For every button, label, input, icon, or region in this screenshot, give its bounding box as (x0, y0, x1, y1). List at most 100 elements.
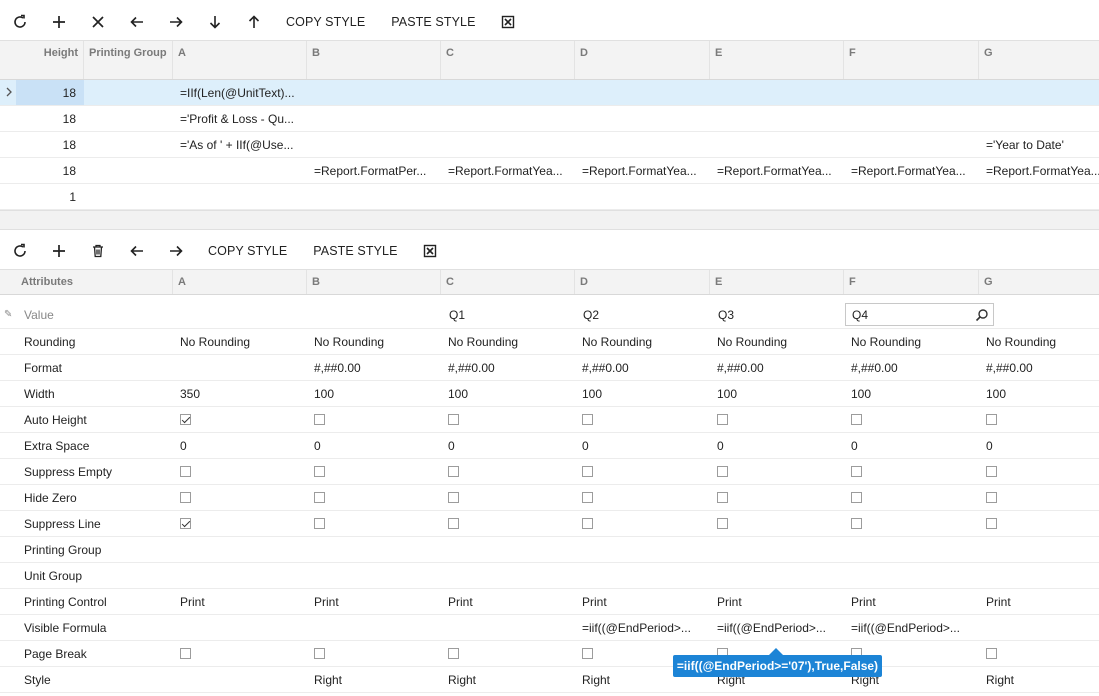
attribute-cell-b[interactable]: #,##0.00 (307, 355, 441, 380)
cell-f[interactable] (844, 132, 979, 157)
attribute-cell-f[interactable]: =iif((@EndPeriod>... (844, 615, 979, 640)
attribute-cell-e[interactable]: 100 (710, 381, 844, 406)
cell-e[interactable] (710, 132, 844, 157)
cell-a[interactable]: ='Profit & Loss - Qu... (173, 106, 307, 131)
attribute-cell-f[interactable]: No Rounding (844, 329, 979, 354)
attribute-cell-b[interactable] (307, 615, 441, 640)
attribute-cell-g[interactable]: 100 (979, 381, 1099, 406)
attribute-cell-c[interactable] (441, 615, 575, 640)
checkbox[interactable] (180, 492, 191, 503)
attribute-cell-f[interactable] (844, 407, 979, 432)
checkbox[interactable] (180, 518, 191, 529)
attribute-cell-a[interactable] (173, 485, 307, 510)
col-header-attributes[interactable]: Attributes (16, 270, 173, 294)
cell-b[interactable] (307, 106, 441, 131)
attribute-cell-b[interactable]: No Rounding (307, 329, 441, 354)
cell-c[interactable] (441, 80, 575, 105)
attribute-cell-f[interactable]: 100 (844, 381, 979, 406)
cell-e[interactable] (710, 106, 844, 131)
value-cell-c[interactable]: Q1 (441, 302, 575, 328)
attribute-cell-c[interactable]: Right (441, 667, 575, 692)
cell-d[interactable] (575, 80, 710, 105)
attribute-cell-g[interactable]: No Rounding (979, 329, 1099, 354)
cell-g[interactable] (979, 80, 1099, 105)
cell-d[interactable] (575, 106, 710, 131)
checkbox[interactable] (582, 648, 593, 659)
attribute-cell-g[interactable]: 0 (979, 433, 1099, 458)
arrow-right-icon[interactable] (156, 6, 195, 38)
attribute-cell-d[interactable]: #,##0.00 (575, 355, 710, 380)
attribute-cell-a[interactable]: 0 (173, 433, 307, 458)
checkbox[interactable] (986, 648, 997, 659)
cell-a[interactable]: =IIf(Len(@UnitText)... (173, 80, 307, 105)
attribute-cell-a[interactable]: 350 (173, 381, 307, 406)
attribute-cell-d[interactable] (575, 563, 710, 588)
attribute-cell-c[interactable]: 100 (441, 381, 575, 406)
attribute-cell-a[interactable] (173, 511, 307, 536)
checkbox[interactable] (986, 414, 997, 425)
value-cell-d[interactable]: Q2 (575, 302, 710, 328)
attribute-cell-f[interactable] (844, 511, 979, 536)
attribute-cell-g[interactable] (979, 537, 1099, 562)
cell-g[interactable] (979, 184, 1099, 209)
attribute-cell-e[interactable]: Print (710, 589, 844, 614)
copy-style-button[interactable]: COPY STYLE (273, 6, 378, 38)
checkbox[interactable] (314, 466, 325, 477)
attribute-cell-g[interactable]: Print (979, 589, 1099, 614)
checkbox[interactable] (448, 518, 459, 529)
checkbox[interactable] (314, 414, 325, 425)
close-icon[interactable] (78, 6, 117, 38)
checkbox[interactable] (717, 518, 728, 529)
attribute-cell-e[interactable] (710, 537, 844, 562)
attribute-cell-a[interactable] (173, 537, 307, 562)
attribute-cell-b[interactable] (307, 537, 441, 562)
col-header-b[interactable]: B (307, 270, 441, 294)
cell-c[interactable] (441, 184, 575, 209)
attribute-cell-b[interactable]: 0 (307, 433, 441, 458)
printing-group-cell[interactable] (84, 184, 173, 209)
attribute-cell-a[interactable]: Print (173, 589, 307, 614)
attribute-cell-e[interactable] (710, 485, 844, 510)
refresh-icon[interactable] (0, 6, 39, 38)
attribute-cell-g[interactable]: #,##0.00 (979, 355, 1099, 380)
checkbox[interactable] (180, 414, 191, 425)
excel-export-icon[interactable] (411, 235, 450, 267)
attribute-cell-c[interactable]: No Rounding (441, 329, 575, 354)
col-header-a[interactable]: A (173, 41, 307, 79)
cell-d[interactable] (575, 184, 710, 209)
table-row[interactable]: 18 ='Profit & Loss - Qu... (0, 106, 1099, 132)
col-header-c[interactable]: C (441, 270, 575, 294)
attribute-cell-d[interactable]: =iif((@EndPeriod>... (575, 615, 710, 640)
table-row[interactable]: 18 ='As of ' + IIf(@Use... ='Year to Date' (0, 132, 1099, 158)
paste-style-button[interactable]: PASTE STYLE (300, 235, 410, 267)
printing-group-cell[interactable] (84, 106, 173, 131)
value-cell-b[interactable] (307, 302, 441, 328)
refresh-icon[interactable] (0, 235, 39, 267)
attribute-cell-b[interactable] (307, 407, 441, 432)
value-cell-e[interactable]: Q3 (710, 302, 844, 328)
attribute-cell-e[interactable] (710, 563, 844, 588)
checkbox[interactable] (717, 466, 728, 477)
attribute-cell-a[interactable] (173, 667, 307, 692)
value-cell-g[interactable] (979, 302, 1099, 328)
cell-c[interactable]: =Report.FormatYea... (441, 158, 575, 183)
attribute-cell-a[interactable] (173, 355, 307, 380)
attribute-cell-g[interactable] (979, 407, 1099, 432)
attribute-cell-e[interactable] (710, 407, 844, 432)
cell-e[interactable] (710, 184, 844, 209)
attribute-cell-f[interactable] (844, 563, 979, 588)
cell-g[interactable] (979, 106, 1099, 131)
attribute-cell-a[interactable] (173, 407, 307, 432)
col-header-printing-group[interactable]: Printing Group (84, 41, 173, 79)
attribute-cell-g[interactable] (979, 485, 1099, 510)
cell-g[interactable]: ='Year to Date' (979, 132, 1099, 157)
attribute-cell-c[interactable] (441, 407, 575, 432)
attribute-cell-g[interactable] (979, 511, 1099, 536)
checkbox[interactable] (180, 466, 191, 477)
attribute-cell-c[interactable]: Print (441, 589, 575, 614)
value-cell-f-input[interactable]: Q4 (845, 303, 994, 326)
checkbox[interactable] (986, 492, 997, 503)
col-header-f[interactable]: F (844, 270, 979, 294)
attribute-cell-c[interactable]: #,##0.00 (441, 355, 575, 380)
cell-c[interactable] (441, 106, 575, 131)
